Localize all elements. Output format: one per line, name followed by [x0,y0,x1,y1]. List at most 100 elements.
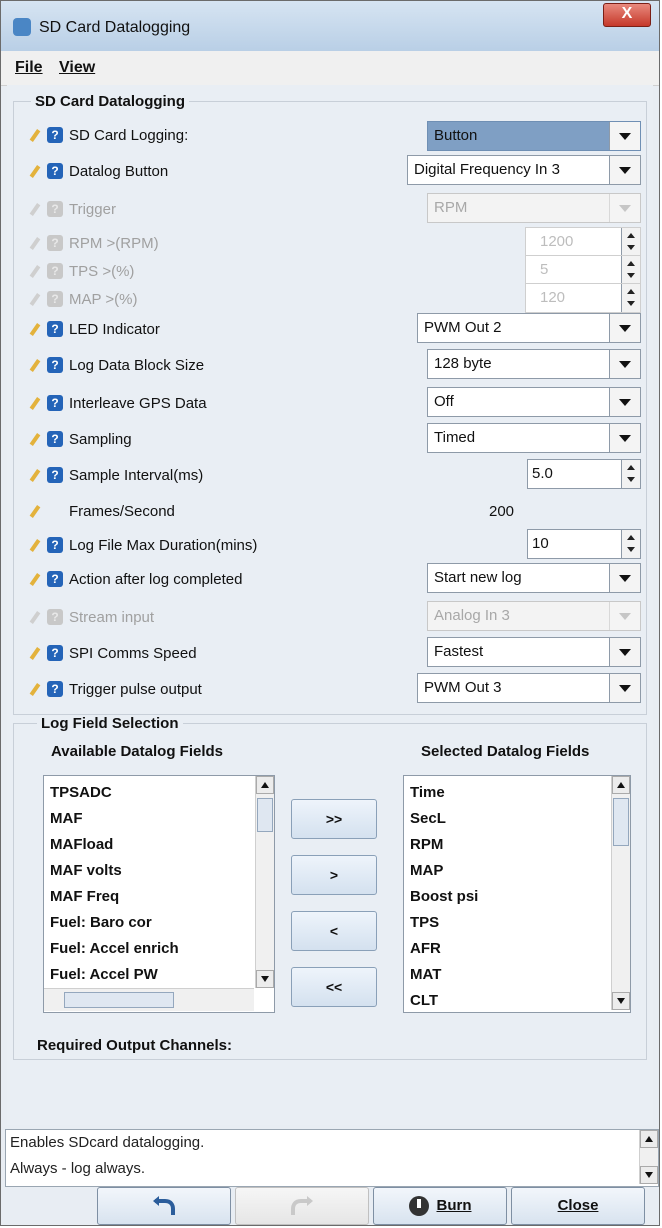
select-led-indicator[interactable]: PWM Out 2 [417,313,641,343]
list-item[interactable]: SecL [410,810,446,827]
spinner-log-file-max-duration[interactable]: 10 [527,529,641,559]
help-icon[interactable]: ? [47,645,63,661]
chevron-down-icon[interactable] [609,424,640,452]
edit-icon [31,611,44,624]
chevron-down-icon [609,194,640,222]
label: Datalog Button [69,163,169,180]
scroll-up-icon[interactable] [640,1130,658,1148]
help-icon[interactable]: ? [47,537,63,553]
undo-button[interactable] [97,1187,231,1225]
list-item[interactable]: MAF Freq [50,888,119,905]
list-item[interactable]: TPS [410,914,439,931]
available-vertical-scrollbar[interactable] [255,776,274,988]
description-scrollbar[interactable] [639,1130,658,1184]
list-item[interactable]: MAF volts [50,862,122,879]
select-sd-card-logging[interactable]: Button [427,121,641,151]
chevron-down-icon[interactable] [609,638,640,666]
remove-button[interactable]: < [291,911,377,951]
edit-icon[interactable] [31,573,44,586]
edit-icon[interactable] [31,683,44,696]
close-button[interactable]: Close [511,1187,645,1225]
help-icon[interactable]: ? [47,127,63,143]
selected-value: PWM Out 3 [424,679,502,696]
chevron-down-icon[interactable] [609,674,640,702]
list-item[interactable]: TPSADC [50,784,112,801]
edit-icon [31,237,44,250]
add-all-button[interactable]: >> [291,799,377,839]
scroll-thumb[interactable] [613,798,629,846]
scroll-thumb[interactable] [64,992,174,1008]
list-item[interactable]: MAT [410,966,441,983]
menu-view[interactable]: View [59,59,95,77]
list-item[interactable]: Fuel: Baro cor [50,914,152,931]
help-icon[interactable]: ? [47,357,63,373]
list-item[interactable]: AFR [410,940,441,957]
edit-icon[interactable] [31,539,44,552]
edit-icon[interactable] [31,129,44,142]
add-button[interactable]: > [291,855,377,895]
spinner-arrows-icon[interactable] [621,460,640,488]
scroll-down-icon[interactable] [612,992,630,1010]
select-sampling[interactable]: Timed [427,423,641,453]
select-trigger-pulse-output[interactable]: PWM Out 3 [417,673,641,703]
spinner-sample-interval[interactable]: 5.0 [527,459,641,489]
edit-icon[interactable] [31,397,44,410]
help-icon[interactable]: ? [47,431,63,447]
chevron-down-icon[interactable] [609,122,640,150]
list-item[interactable]: MAF [50,810,83,827]
list-item[interactable]: CLT [410,992,438,1009]
remove-all-button[interactable]: << [291,967,377,1007]
scroll-down-icon[interactable] [640,1166,658,1184]
scroll-thumb[interactable] [257,798,273,832]
edit-icon[interactable] [31,359,44,372]
edit-icon[interactable] [31,165,44,178]
select-datalog-button[interactable]: Digital Frequency In 3 [407,155,641,185]
available-horizontal-scrollbar[interactable] [44,988,254,1011]
scroll-up-icon[interactable] [612,776,630,794]
scroll-up-icon[interactable] [256,776,274,794]
burn-button[interactable]: Burn [373,1187,507,1225]
row-frames-second: Frames/Second [31,497,651,527]
help-icon[interactable]: ? [47,571,63,587]
title-bar: SD Card Datalogging X [1,1,659,51]
select-spi-comms-speed[interactable]: Fastest [427,637,641,667]
list-item[interactable]: Boost psi [410,888,478,905]
edit-icon[interactable] [31,505,44,518]
edit-icon[interactable] [31,647,44,660]
edit-icon[interactable] [31,433,44,446]
chevron-down-icon[interactable] [609,314,640,342]
help-icon[interactable]: ? [47,321,63,337]
selected-fields-list[interactable]: Time SecL RPM MAP Boost psi TPS AFR MAT … [403,775,631,1013]
chevron-down-icon[interactable] [609,156,640,184]
spinner-arrows-icon[interactable] [621,530,640,558]
help-icon[interactable]: ? [47,163,63,179]
help-icon[interactable]: ? [47,395,63,411]
selected-vertical-scrollbar[interactable] [611,776,630,1010]
selected-value: Analog In 3 [434,607,510,624]
edit-icon[interactable] [31,469,44,482]
list-item[interactable]: MAP [410,862,443,879]
chevron-down-icon[interactable] [609,388,640,416]
label: Sampling [69,431,132,448]
edit-icon[interactable] [31,323,44,336]
list-item[interactable]: Time [410,784,445,801]
select-trigger: RPM [427,193,641,223]
label: Action after log completed [69,571,243,588]
menu-file[interactable]: File [15,59,43,77]
chevron-down-icon[interactable] [609,350,640,378]
help-icon[interactable]: ? [47,467,63,483]
select-action-after-log[interactable]: Start new log [427,563,641,593]
chevron-down-icon[interactable] [609,564,640,592]
select-log-data-block-size[interactable]: 128 byte [427,349,641,379]
select-stream-input: Analog In 3 [427,601,641,631]
list-item[interactable]: Fuel: Accel PW [50,966,158,983]
scroll-down-icon[interactable] [256,970,274,988]
list-item[interactable]: Fuel: Accel enrich [50,940,179,957]
select-interleave-gps[interactable]: Off [427,387,641,417]
list-item[interactable]: RPM [410,836,443,853]
help-icon[interactable]: ? [47,681,63,697]
edit-icon [31,293,44,306]
window-close-button[interactable]: X [603,3,651,27]
list-item[interactable]: MAFload [50,836,113,853]
available-fields-list[interactable]: TPSADC MAF MAFload MAF volts MAF Freq Fu… [43,775,275,1013]
